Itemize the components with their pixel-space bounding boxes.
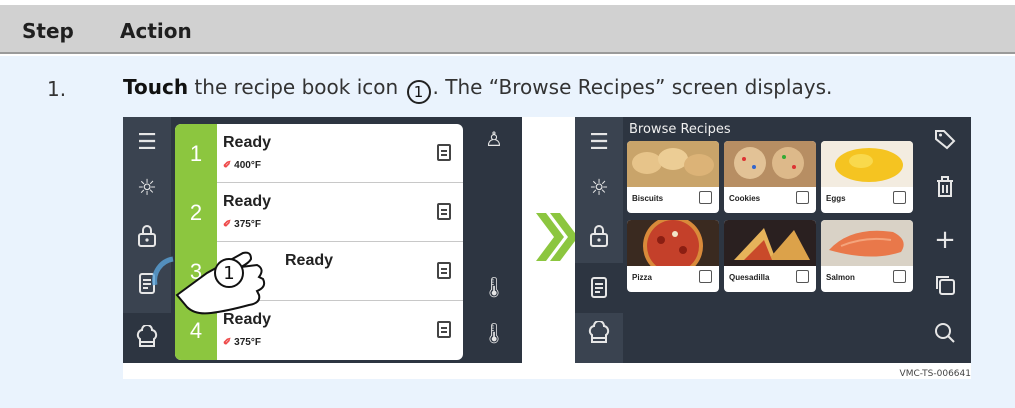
salmon-image <box>821 220 913 266</box>
thermometer-icon: ✐ <box>223 337 232 348</box>
user-icon[interactable]: ♙ <box>481 127 507 153</box>
header-action: Action <box>120 19 192 43</box>
edit-icon[interactable] <box>699 191 712 204</box>
recipe-card[interactable]: Eggs <box>821 141 913 213</box>
step-text-after: . The “Browse Recipes” screen displays. <box>432 75 833 99</box>
recipe-name: Biscuits <box>632 194 664 203</box>
trash-icon[interactable] <box>932 175 958 201</box>
add-icon[interactable]: + <box>932 225 958 255</box>
slot-status: Ready <box>223 193 272 210</box>
step-bold-word: Touch <box>123 75 189 99</box>
copy-icon[interactable] <box>932 273 958 299</box>
recipe-name: Eggs <box>826 194 846 203</box>
pizza-image <box>627 220 719 266</box>
slot-temp: ✐ 400°F <box>223 160 261 171</box>
probe-icon[interactable]: 🌡 <box>481 275 507 301</box>
touch-hand-icon: 1 <box>152 251 266 315</box>
slot-status: Ready <box>285 252 334 269</box>
header-step: Step <box>22 19 74 43</box>
thermometer-icon: ✐ <box>223 219 232 230</box>
recipe-card[interactable]: Pizza <box>627 220 719 292</box>
step-instruction: Touch the recipe book icon 1. The “Brows… <box>123 75 832 104</box>
chef-hat-icon[interactable] <box>585 320 613 349</box>
edit-icon[interactable] <box>893 270 906 283</box>
screens-figure: ☰ ☼ 1 Ready ✐ 400°F 2 Ready ✐ 375°F 3 Re… <box>123 117 971 379</box>
recipe-name: Cookies <box>729 194 761 203</box>
recipe-card[interactable]: Cookies <box>724 141 816 213</box>
lock-icon[interactable] <box>585 223 613 251</box>
brightness-icon[interactable]: ☼ <box>585 175 613 203</box>
table-header: Step Action <box>0 5 1015 54</box>
figure-code: VMC-TS-006641 <box>899 369 971 379</box>
recipe-card[interactable]: Quesadilla <box>724 220 816 292</box>
recipe-book-icon[interactable] <box>437 203 451 220</box>
menu-icon[interactable]: ☰ <box>133 129 161 157</box>
callout-marker: 1 <box>406 80 431 104</box>
menu-icon[interactable]: ☰ <box>585 129 613 157</box>
step-text-before: the recipe book icon <box>188 75 405 99</box>
left-nav-rail: ☰ ☼ <box>575 117 623 363</box>
recipe-card[interactable]: Biscuits <box>627 141 719 213</box>
slot-temp: ✐ 375°F <box>223 337 261 348</box>
next-arrow-icon <box>536 213 578 261</box>
tag-icon[interactable] <box>932 127 958 153</box>
recipe-book-icon[interactable] <box>437 262 451 279</box>
quesadilla-image <box>724 220 816 266</box>
recipe-book-icon[interactable] <box>575 263 623 313</box>
eggs-image <box>821 141 913 187</box>
slot-row[interactable]: 1 Ready ✐ 400°F <box>175 124 463 183</box>
thermometer-icon: ✐ <box>223 160 232 171</box>
edit-icon[interactable] <box>893 191 906 204</box>
step-number: 1. <box>47 77 67 101</box>
right-icon-rail: ♙ 🌡 🌡 <box>467 117 522 363</box>
edit-icon[interactable] <box>796 191 809 204</box>
recipe-name: Quesadilla <box>729 273 770 282</box>
recipe-name: Pizza <box>632 273 653 282</box>
recipe-book-icon[interactable] <box>437 321 451 338</box>
slot-status: Ready <box>223 134 272 151</box>
probe-icon[interactable]: 🌡 <box>481 321 507 347</box>
edit-icon[interactable] <box>699 270 712 283</box>
recipe-name: Salmon <box>826 273 855 282</box>
recipe-book-icon[interactable] <box>437 144 451 161</box>
screen-title: Browse Recipes <box>629 122 731 137</box>
recipe-card[interactable]: Salmon <box>821 220 913 292</box>
oven-status-screen: ☰ ☼ 1 Ready ✐ 400°F 2 Ready ✐ 375°F 3 Re… <box>123 117 522 363</box>
procedure-table: Step Action 1. Touch the recipe book ico… <box>0 0 1015 408</box>
browse-recipes-screen: ☰ ☼ Browse Recipes Biscuits Cookies Eggs… <box>575 117 971 363</box>
slot-temp: ✐ 375°F <box>223 219 261 230</box>
slot-number: 1 <box>175 124 217 183</box>
hand-marker: 1 <box>223 263 234 284</box>
cookies-image <box>724 141 816 187</box>
brightness-icon[interactable]: ☼ <box>133 175 161 203</box>
right-icon-rail: + <box>918 117 971 363</box>
edit-icon[interactable] <box>796 270 809 283</box>
biscuits-image <box>627 141 719 187</box>
search-icon[interactable] <box>932 321 958 347</box>
